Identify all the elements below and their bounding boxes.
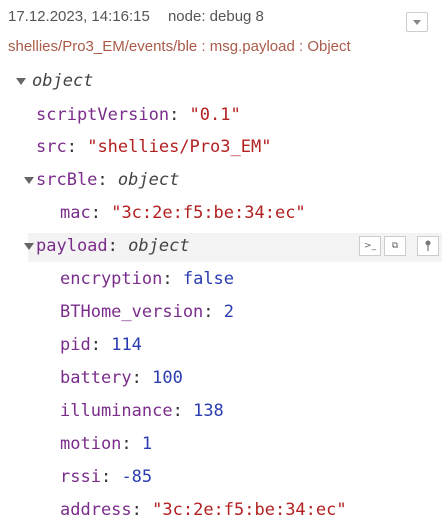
node-name: node: debug 8 xyxy=(167,8,264,25)
terminal-icon: >_ xyxy=(359,236,381,256)
debug-header: 17.12.2023, 14:16:15 node: debug 8 xyxy=(8,8,264,25)
property-battery: battery: 100 xyxy=(60,368,183,388)
property-value: 100 xyxy=(152,368,183,388)
copy-path-button[interactable]: >_ xyxy=(359,236,381,256)
property-key: motion xyxy=(60,434,122,454)
property-key: illuminance xyxy=(60,401,173,421)
caret-down-icon[interactable] xyxy=(16,78,26,85)
property-illuminance: illuminance: 138 xyxy=(60,401,224,421)
property-scriptVersion: scriptVersion: "0.1" xyxy=(36,105,241,125)
property-value: "3c:2e:f5:be:34:ec" xyxy=(111,203,306,223)
message-menu-button[interactable] xyxy=(406,12,428,32)
chevron-down-icon xyxy=(413,20,421,25)
property-BTHome_version: BTHome_version: 2 xyxy=(60,302,235,322)
timestamp: 17.12.2023, 14:16:15 xyxy=(8,8,150,25)
property-type: object xyxy=(128,236,190,256)
property-srcBle[interactable]: srcBle: object xyxy=(36,169,179,191)
property-value: "0.1" xyxy=(189,105,241,125)
property-key: address xyxy=(60,500,132,520)
property-value: 2 xyxy=(223,302,235,322)
property-value: 1 xyxy=(141,434,153,454)
root-type: object xyxy=(32,71,94,91)
copy-value-button[interactable]: ⧉ xyxy=(384,236,406,256)
property-key: rssi xyxy=(60,467,101,487)
property-key: pid xyxy=(60,335,91,355)
property-key: battery xyxy=(60,368,132,388)
property-value: "3c:2e:f5:be:34:ec" xyxy=(152,500,347,520)
property-type: object xyxy=(117,170,180,190)
property-encryption: encryption: false xyxy=(60,269,235,289)
property-key: mac xyxy=(60,203,91,223)
copy-icon: ⧉ xyxy=(384,236,406,256)
property-key: payload xyxy=(36,236,108,256)
property-value: -85 xyxy=(121,467,153,487)
caret-down-icon[interactable] xyxy=(24,177,34,184)
property-value: 114 xyxy=(111,335,142,355)
property-value: false xyxy=(182,269,235,289)
property-payload[interactable]: payload: object xyxy=(36,235,190,257)
property-value: 138 xyxy=(193,401,224,421)
property-key: src xyxy=(36,137,67,157)
property-motion: motion: 1 xyxy=(60,434,153,454)
property-address: address: "3c:2e:f5:be:34:ec" xyxy=(60,500,347,520)
property-key: BTHome_version xyxy=(60,302,204,322)
property-key: encryption xyxy=(60,269,163,289)
property-rssi: rssi: -85 xyxy=(60,467,153,487)
property-key: srcBle xyxy=(36,170,98,190)
property-src: src: "shellies/Pro3_EM" xyxy=(36,137,272,157)
caret-down-icon[interactable] xyxy=(24,243,34,250)
root-object-row[interactable]: object xyxy=(32,70,93,92)
pin-icon xyxy=(417,236,439,256)
property-key: scriptVersion xyxy=(36,105,170,125)
property-pid: pid: 114 xyxy=(60,335,142,355)
message-topic: shellies/Pro3_EM/events/ble : msg.payloa… xyxy=(8,38,351,55)
pin-button[interactable] xyxy=(417,236,439,256)
property-value: "shellies/Pro3_EM" xyxy=(87,137,272,157)
property-mac: mac: "3c:2e:f5:be:34:ec" xyxy=(60,203,306,223)
